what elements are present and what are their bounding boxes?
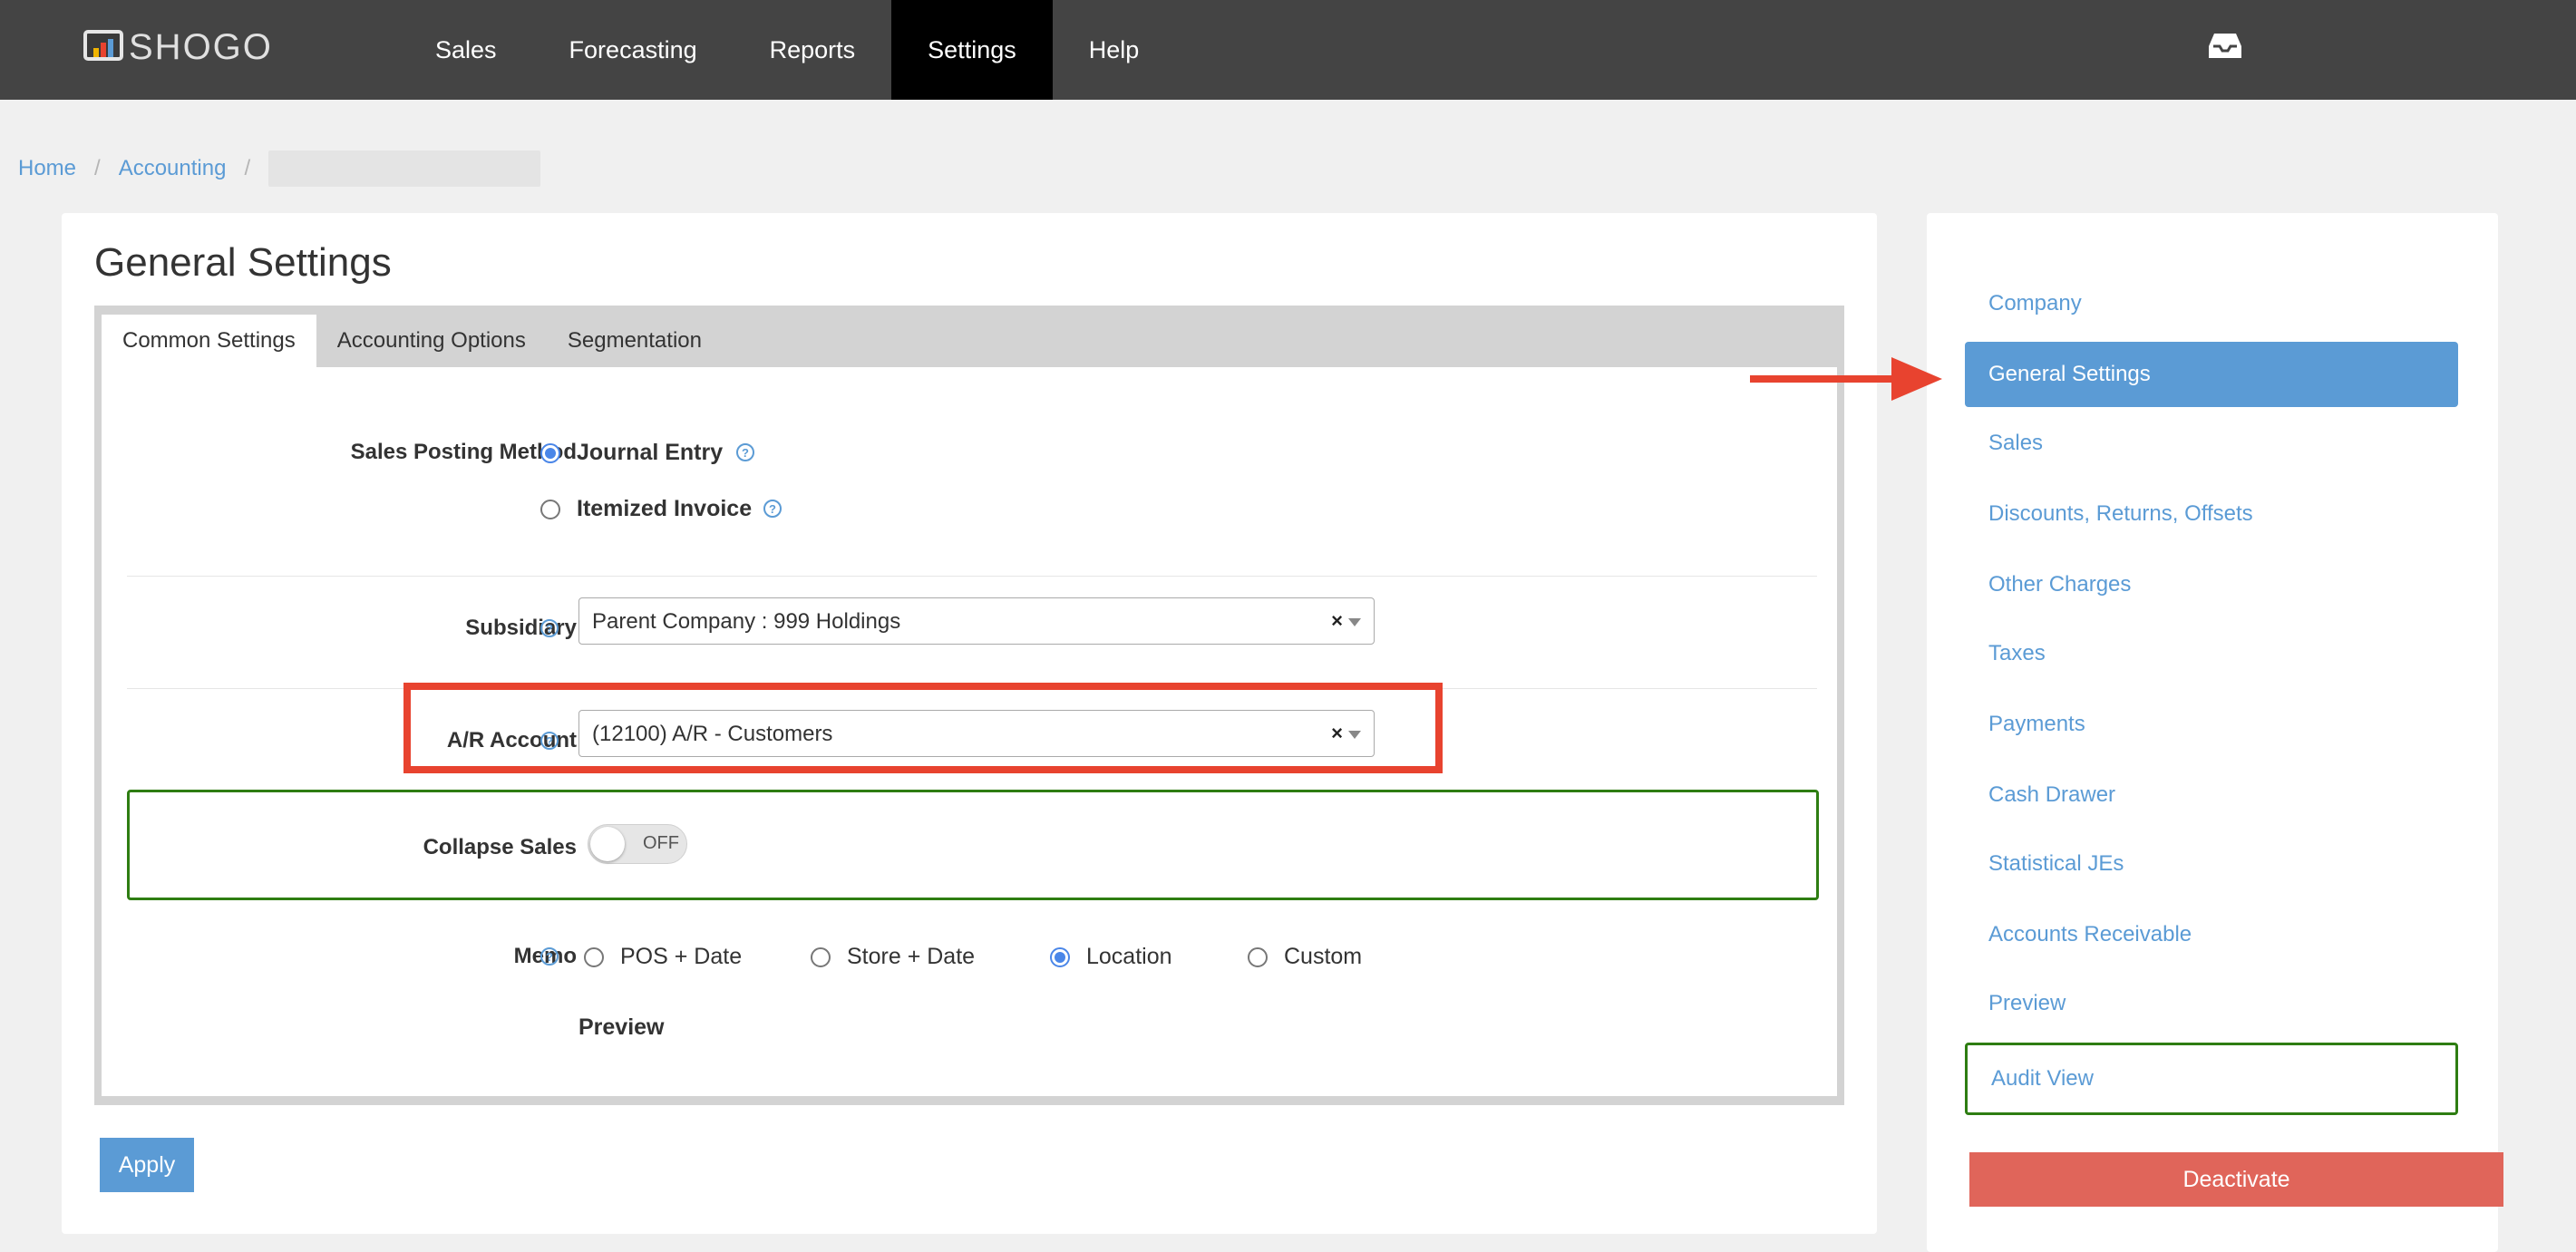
top-nav-bar: SHOGO Sales Forecasting Reports Settings…	[0, 0, 2576, 100]
chevron-down-icon[interactable]	[1348, 731, 1361, 739]
sidebar-item-sales[interactable]: Sales	[1965, 411, 2458, 476]
nav-item-forecasting[interactable]: Forecasting	[533, 0, 734, 100]
breadcrumb-home[interactable]: Home	[18, 156, 76, 181]
main-panel: General Settings Common Settings Account…	[62, 213, 1877, 1234]
memo-store-date-label[interactable]: Store + Date	[847, 944, 975, 970]
breadcrumb-separator: /	[94, 156, 101, 180]
help-icon[interactable]: ?	[736, 443, 754, 461]
sidebar-item-company[interactable]: Company	[1965, 271, 2458, 336]
itemized-invoice-label[interactable]: Itemized Invoice	[577, 496, 752, 522]
clear-icon[interactable]: ×	[1331, 609, 1343, 633]
page-title: General Settings	[94, 240, 392, 285]
memo-location-radio[interactable]	[1050, 947, 1070, 967]
tab-segmentation[interactable]: Segmentation	[547, 315, 723, 367]
clear-icon[interactable]: ×	[1331, 722, 1343, 745]
memo-pos-date-radio[interactable]	[584, 947, 604, 967]
memo-custom-label[interactable]: Custom	[1284, 944, 1362, 970]
itemized-invoice-radio[interactable]	[540, 500, 560, 519]
nav-item-sales[interactable]: Sales	[399, 0, 533, 100]
apply-button[interactable]: Apply	[100, 1138, 194, 1192]
sidebar-item-audit-view[interactable]: Audit View	[1965, 1043, 2458, 1115]
collapse-sales-toggle[interactable]: OFF	[588, 824, 687, 864]
sidebar-item-payments[interactable]: Payments	[1965, 692, 2458, 757]
collapse-sales-label: Collapse Sales	[423, 835, 577, 859]
memo-location-label[interactable]: Location	[1086, 944, 1172, 970]
deactivate-button[interactable]: Deactivate	[1969, 1152, 2503, 1207]
help-icon[interactable]: ?	[540, 732, 559, 750]
subsidiary-select[interactable]: Parent Company : 999 Holdings ×	[578, 597, 1375, 645]
breadcrumb-separator: /	[244, 156, 251, 180]
tab-container: Common Settings Accounting Options Segme…	[94, 306, 1844, 1105]
inbox-icon[interactable]	[2207, 31, 2243, 62]
sidebar-item-discounts[interactable]: Discounts, Returns, Offsets	[1965, 481, 2458, 547]
chevron-down-icon[interactable]	[1348, 618, 1361, 626]
toggle-knob	[590, 827, 625, 861]
nav-item-help[interactable]: Help	[1053, 0, 1176, 100]
logo[interactable]: SHOGO	[83, 25, 273, 69]
annotation-arrow-icon	[1750, 357, 1942, 401]
help-icon[interactable]: ?	[763, 500, 782, 518]
toggle-state: OFF	[643, 833, 679, 853]
ar-account-select[interactable]: (12100) A/R - Customers ×	[578, 710, 1375, 757]
sidebar-item-general-settings[interactable]: General Settings	[1965, 342, 2458, 407]
breadcrumb-accounting[interactable]: Accounting	[119, 156, 227, 181]
main-nav: Sales Forecasting Reports Settings Help	[399, 0, 1175, 100]
tab-bar: Common Settings Accounting Options Segme…	[102, 315, 723, 367]
sidebar-item-accounts-receivable[interactable]: Accounts Receivable	[1965, 902, 2458, 967]
breadcrumb: Home / Accounting /	[18, 149, 541, 189]
help-icon[interactable]: ?	[540, 619, 559, 637]
sidebar-item-taxes[interactable]: Taxes	[1965, 621, 2458, 686]
journal-entry-radio[interactable]	[540, 443, 560, 463]
divider	[127, 576, 1817, 577]
chart-logo-icon	[83, 30, 123, 64]
journal-entry-label[interactable]: Journal Entry	[577, 440, 723, 466]
sidebar-item-other-charges[interactable]: Other Charges	[1965, 552, 2458, 617]
memo-preview-label: Preview	[578, 1014, 665, 1040]
sidebar-item-statistical-jes[interactable]: Statistical JEs	[1965, 831, 2458, 897]
breadcrumb-redacted	[268, 150, 541, 187]
settings-sidebar: Company General Settings Sales Discounts…	[1927, 213, 2498, 1252]
tab-common-settings[interactable]: Common Settings	[102, 315, 316, 367]
help-icon[interactable]: ?	[540, 947, 559, 966]
ar-account-value: (12100) A/R - Customers	[592, 722, 833, 746]
memo-pos-date-label[interactable]: POS + Date	[620, 944, 742, 970]
memo-custom-radio[interactable]	[1248, 947, 1268, 967]
annotation-highlight-box	[127, 790, 1819, 900]
nav-item-reports[interactable]: Reports	[734, 0, 892, 100]
tab-content: Sales Posting Method Journal Entry ? Ite…	[102, 367, 1837, 1096]
nav-item-settings[interactable]: Settings	[891, 0, 1053, 100]
sidebar-item-preview[interactable]: Preview	[1965, 971, 2458, 1036]
subsidiary-label: Subsidiary	[465, 616, 577, 640]
subsidiary-value: Parent Company : 999 Holdings	[592, 609, 901, 634]
logo-text: SHOGO	[129, 26, 273, 67]
memo-store-date-radio[interactable]	[811, 947, 831, 967]
sidebar-item-cash-drawer[interactable]: Cash Drawer	[1965, 762, 2458, 828]
tab-accounting-options[interactable]: Accounting Options	[316, 315, 547, 367]
